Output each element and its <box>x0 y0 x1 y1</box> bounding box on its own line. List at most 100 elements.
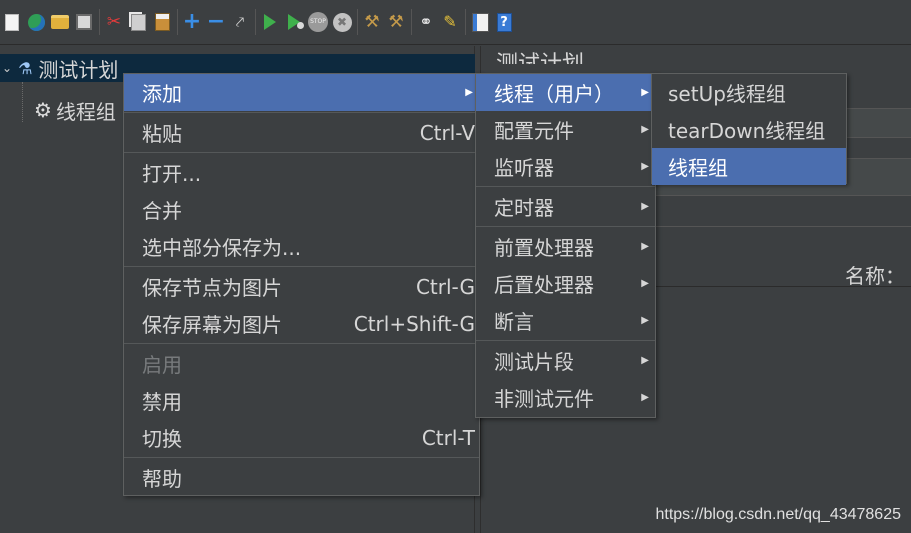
menu-item-label: 添加 <box>142 82 182 106</box>
menu-divider <box>476 186 655 187</box>
menu-item-label: 禁用 <box>142 390 182 414</box>
menu-item-save-selection-as[interactable]: 选中部分保存为... <box>124 228 479 265</box>
tree-node-thread-group[interactable]: ⚙ 线程组 <box>16 96 116 124</box>
page-title: 测试计划 <box>496 46 584 64</box>
context-menu: 添加 ▶ 粘贴 Ctrl-V 打开... 合并 选中部分保存为... 保存节点为… <box>123 73 480 496</box>
start-icon[interactable] <box>260 11 280 33</box>
menu-item-shortcut: Ctrl-G <box>415 274 475 299</box>
submenu-item-test-fragment[interactable]: 测试片段 ▶ <box>476 342 655 379</box>
menu-item-label: setUp线程组 <box>668 82 786 106</box>
menu-item-label: 切换 <box>142 427 182 451</box>
menu-item-label: 后置处理器 <box>494 273 594 297</box>
submenu-arrow-icon: ▶ <box>465 87 473 98</box>
new-icon[interactable] <box>2 11 22 33</box>
tree-node-label: 线程组 <box>55 99 116 124</box>
cut-icon[interactable]: ✂ <box>104 11 124 33</box>
search-icon[interactable]: ⚭ <box>416 11 436 33</box>
menu-item-label: 启用 <box>142 353 182 377</box>
menu-item-help[interactable]: 帮助 <box>124 459 479 496</box>
open-icon[interactable] <box>50 11 70 33</box>
templates-icon[interactable] <box>26 11 46 33</box>
submenu-item-post-processor[interactable]: 后置处理器 ▶ <box>476 265 655 302</box>
toolbar-divider <box>411 9 412 35</box>
toolbar-divider <box>255 9 256 35</box>
toolbar-divider <box>465 9 466 35</box>
submenu-item-threads[interactable]: 线程（用户） ▶ <box>476 74 655 111</box>
paste-icon[interactable] <box>152 11 172 33</box>
menu-item-label: 帮助 <box>142 467 182 491</box>
menu-item-label: 定时器 <box>494 196 554 220</box>
menu-item-toggle[interactable]: 切换 Ctrl-T <box>124 419 479 456</box>
submenu-arrow-icon: ▶ <box>641 161 649 172</box>
menu-item-disable[interactable]: 禁用 <box>124 382 479 419</box>
clear-icon[interactable]: ⚒ <box>362 11 382 33</box>
gear-icon: ⚙ <box>34 98 52 122</box>
menu-item-label: 保存节点为图片 <box>142 276 282 300</box>
menu-item-label: 监听器 <box>494 156 554 180</box>
menu-item-label: 测试片段 <box>494 350 574 374</box>
submenu-arrow-icon: ▶ <box>641 124 649 135</box>
submenu-item-non-test-element[interactable]: 非测试元件 ▶ <box>476 379 655 416</box>
add-submenu: 线程（用户） ▶ 配置元件 ▶ 监听器 ▶ 定时器 ▶ 前置处理器 ▶ 后置处理… <box>475 73 656 418</box>
menu-item-label: 非测试元件 <box>494 387 594 411</box>
submenu-arrow-icon: ▶ <box>641 392 649 403</box>
menu-item-label: 合并 <box>142 199 182 223</box>
chevron-down-icon[interactable]: ⌄ <box>2 61 12 75</box>
stop-icon[interactable]: STOP <box>308 11 328 33</box>
toolbar-divider <box>99 9 100 35</box>
menu-divider <box>124 112 479 113</box>
submenu-arrow-icon: ▶ <box>641 201 649 212</box>
menu-item-label: 前置处理器 <box>494 236 594 260</box>
menu-item-open[interactable]: 打开... <box>124 154 479 191</box>
threads-submenu: setUp线程组 tearDown线程组 线程组 <box>651 73 847 185</box>
menu-divider <box>476 340 655 341</box>
reset-search-icon[interactable]: ✎ <box>440 11 460 33</box>
submenu-item-pre-processor[interactable]: 前置处理器 ▶ <box>476 228 655 265</box>
menu-item-enable: 启用 <box>124 345 479 382</box>
submenu-item-timer[interactable]: 定时器 ▶ <box>476 188 655 225</box>
menu-item-save-node-as-image[interactable]: 保存节点为图片 Ctrl-G <box>124 268 479 305</box>
submenu-item-assertion[interactable]: 断言 ▶ <box>476 302 655 339</box>
menu-item-save-screen-as-image[interactable]: 保存屏幕为图片 Ctrl+Shift-G <box>124 305 479 342</box>
shutdown-icon[interactable]: ✖ <box>332 11 352 33</box>
menu-item-merge[interactable]: 合并 <box>124 191 479 228</box>
toolbar-divider <box>357 9 358 35</box>
menu-item-shortcut: Ctrl+Shift-G <box>353 311 475 336</box>
watermark: https://blog.csdn.net/qq_43478625 <box>655 506 901 523</box>
submenu-arrow-icon: ▶ <box>641 278 649 289</box>
toolbar-divider <box>177 9 178 35</box>
menu-divider <box>124 266 479 267</box>
menu-divider <box>124 343 479 344</box>
toggle-icon[interactable]: ⤤ <box>230 11 250 33</box>
menu-item-label: 选中部分保存为... <box>142 236 302 260</box>
expand-icon[interactable]: + <box>182 11 202 33</box>
menu-item-label: 线程（用户） <box>494 82 614 106</box>
menu-item-paste[interactable]: 粘贴 Ctrl-V <box>124 114 479 151</box>
menu-divider <box>476 226 655 227</box>
menu-item-label: 粘贴 <box>142 122 182 146</box>
copy-icon[interactable] <box>128 11 148 33</box>
menu-item-label: 断言 <box>494 310 534 334</box>
submenu-item-listener[interactable]: 监听器 ▶ <box>476 148 655 185</box>
submenu-item-config-element[interactable]: 配置元件 ▶ <box>476 111 655 148</box>
menu-item-shortcut: Ctrl-V <box>419 120 475 145</box>
submenu-item-thread-group[interactable]: 线程组 <box>652 148 846 185</box>
menu-item-label: tearDown线程组 <box>668 119 826 143</box>
menu-item-shortcut: Ctrl-T <box>421 425 475 450</box>
clear-all-icon[interactable]: ⚒ <box>386 11 406 33</box>
collapse-icon[interactable]: − <box>206 11 226 33</box>
start-no-timers-icon[interactable] <box>284 11 304 33</box>
help-icon[interactable]: ? <box>494 11 514 33</box>
flask-icon: ⚗ <box>18 58 33 78</box>
function-helper-icon[interactable] <box>470 11 490 33</box>
toolbar: ✂ + − ⤤ STOP ✖ ⚒ ⚒ ⚭ ✎ ? <box>0 0 911 45</box>
save-icon[interactable] <box>74 11 94 33</box>
submenu-arrow-icon: ▶ <box>641 315 649 326</box>
submenu-item-setup-thread-group[interactable]: setUp线程组 <box>652 74 846 111</box>
menu-divider <box>124 152 479 153</box>
submenu-item-teardown-thread-group[interactable]: tearDown线程组 <box>652 111 846 148</box>
menu-item-add[interactable]: 添加 ▶ <box>124 74 479 111</box>
submenu-arrow-icon: ▶ <box>641 87 649 98</box>
menu-item-label: 打开... <box>142 162 202 186</box>
submenu-arrow-icon: ▶ <box>641 355 649 366</box>
